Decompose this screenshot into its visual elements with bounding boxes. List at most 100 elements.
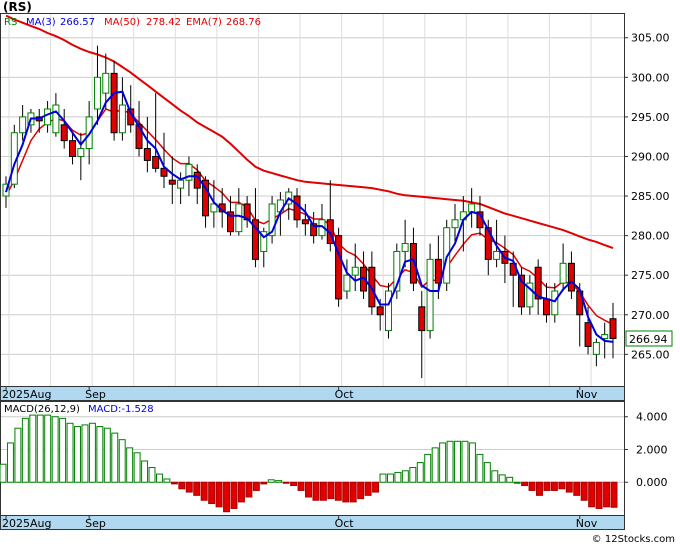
macd-bar-positive	[111, 432, 119, 483]
macd-bar-negative	[200, 481, 208, 501]
macd-bar-positive	[506, 476, 514, 483]
x-tick-label: Nov	[576, 388, 598, 401]
macd-bar-negative	[237, 481, 245, 503]
macd-bar-positive	[21, 417, 29, 483]
macd-bar-negative	[536, 481, 543, 496]
macd-tick-label: 2.000	[636, 443, 668, 456]
legend-symbol: RS	[4, 17, 17, 28]
macd-bar-positive	[6, 442, 14, 483]
candle-up	[77, 148, 85, 157]
macd-bar-negative	[223, 481, 231, 513]
candle-up	[384, 290, 392, 332]
macd-bar-negative	[349, 481, 357, 503]
candle-down	[542, 298, 550, 316]
candle-up	[19, 116, 27, 134]
macd-bar-negative	[521, 481, 529, 487]
macd-bar-negative	[342, 481, 350, 503]
candle-down	[376, 306, 384, 316]
price-tick-label: 305.00	[631, 32, 670, 45]
macd-bar-positive	[51, 416, 59, 483]
candle-down	[301, 219, 309, 225]
macd-bar-positive	[394, 471, 402, 483]
macd-bar-negative	[588, 481, 596, 508]
macd-bar-positive	[126, 447, 134, 483]
candle-down	[609, 318, 617, 340]
macd-bar-positive	[29, 414, 37, 483]
candle-up	[493, 250, 501, 260]
candle-up	[601, 334, 609, 340]
candle-up	[52, 104, 60, 134]
macd-bar-positive	[103, 427, 111, 483]
candle-up	[426, 258, 434, 332]
macd-bar-positive	[379, 473, 387, 483]
candle-up	[177, 179, 185, 189]
price-tick-label: 280.00	[631, 230, 670, 243]
macd-bar-positive	[498, 474, 506, 483]
macd-bar-negative	[558, 481, 566, 490]
macd-legend-label: MACD(26,12,9)	[4, 404, 80, 415]
macd-bar-positive	[36, 414, 44, 483]
macd-bar-negative	[334, 481, 342, 501]
x-tick-label: 2025Aug	[2, 517, 51, 530]
macd-bar-negative	[208, 481, 216, 505]
macd-bar-positive	[14, 427, 22, 483]
x-tick-label: Oct	[335, 517, 355, 530]
macd-legend-value: MACD:-1.528	[88, 404, 154, 415]
macd-bar-negative	[595, 481, 603, 509]
x-tick-label: Oct	[335, 388, 355, 401]
candle-up	[235, 203, 243, 233]
price-tick-label: 295.00	[631, 111, 670, 124]
legend-ma3-value: 266.57	[60, 17, 95, 28]
macd-bar-negative	[603, 481, 611, 508]
macd-bar-positive	[513, 481, 521, 484]
macd-bar-positive	[148, 467, 156, 483]
candle-down	[293, 195, 301, 221]
candle-up	[468, 203, 476, 213]
price-panel-border	[0, 13, 625, 387]
candle-down	[567, 262, 575, 292]
macd-bar-positive	[416, 462, 424, 483]
stock-chart: (RS) 265.00 270.00 275.00 280.00 285.00 290.0…	[0, 0, 680, 546]
macd-bar-negative	[319, 481, 327, 501]
macd-bar-negative	[178, 481, 186, 490]
macd-bar-positive	[156, 473, 163, 483]
macd-bar-positive	[88, 422, 96, 483]
macd-bar-positive	[468, 442, 476, 483]
macd-tick-label: 4.000	[636, 411, 668, 424]
chart-title: (RS)	[3, 0, 32, 14]
macd-bar-positive	[163, 478, 171, 483]
last-price-label: 266.94	[629, 333, 668, 346]
macd-bar-negative	[193, 481, 201, 496]
last-price-tag: 266.94	[625, 330, 673, 347]
macd-bar-positive	[44, 414, 52, 483]
legend-ma3-label: MA(3)	[26, 17, 56, 28]
price-tick-label: 290.00	[631, 150, 670, 163]
macd-bar-negative	[610, 481, 618, 508]
macd-bar-negative	[245, 481, 253, 498]
x-tick-label: Sep	[85, 388, 106, 401]
macd-bar-negative	[372, 481, 380, 493]
candle-up	[401, 243, 409, 252]
macd-bar-positive	[409, 467, 417, 483]
macd-bar-negative	[312, 481, 320, 501]
candle-down	[152, 155, 160, 169]
macd-bar-positive	[401, 470, 409, 483]
macd-bar-positive	[59, 417, 67, 483]
candle-up	[93, 76, 101, 110]
macd-bar-positive	[461, 440, 469, 483]
macd-bar-negative	[297, 481, 305, 491]
candle-up	[559, 262, 567, 284]
macd-bar-negative	[327, 481, 335, 500]
x-tick-label: 2025Aug	[2, 388, 51, 401]
macd-bar-negative	[543, 481, 551, 491]
macd-tick-label: 0.000	[636, 476, 668, 489]
macd-bar-positive	[431, 447, 439, 483]
macd-bar-positive	[491, 470, 499, 483]
candle-down	[60, 124, 68, 142]
macd-bar-positive	[133, 452, 141, 483]
macd-bar-negative	[528, 481, 536, 491]
price-tick-label: 270.00	[631, 309, 670, 322]
macd-bar-negative	[252, 481, 260, 491]
candle-up	[118, 104, 126, 134]
candle-up	[102, 72, 110, 94]
